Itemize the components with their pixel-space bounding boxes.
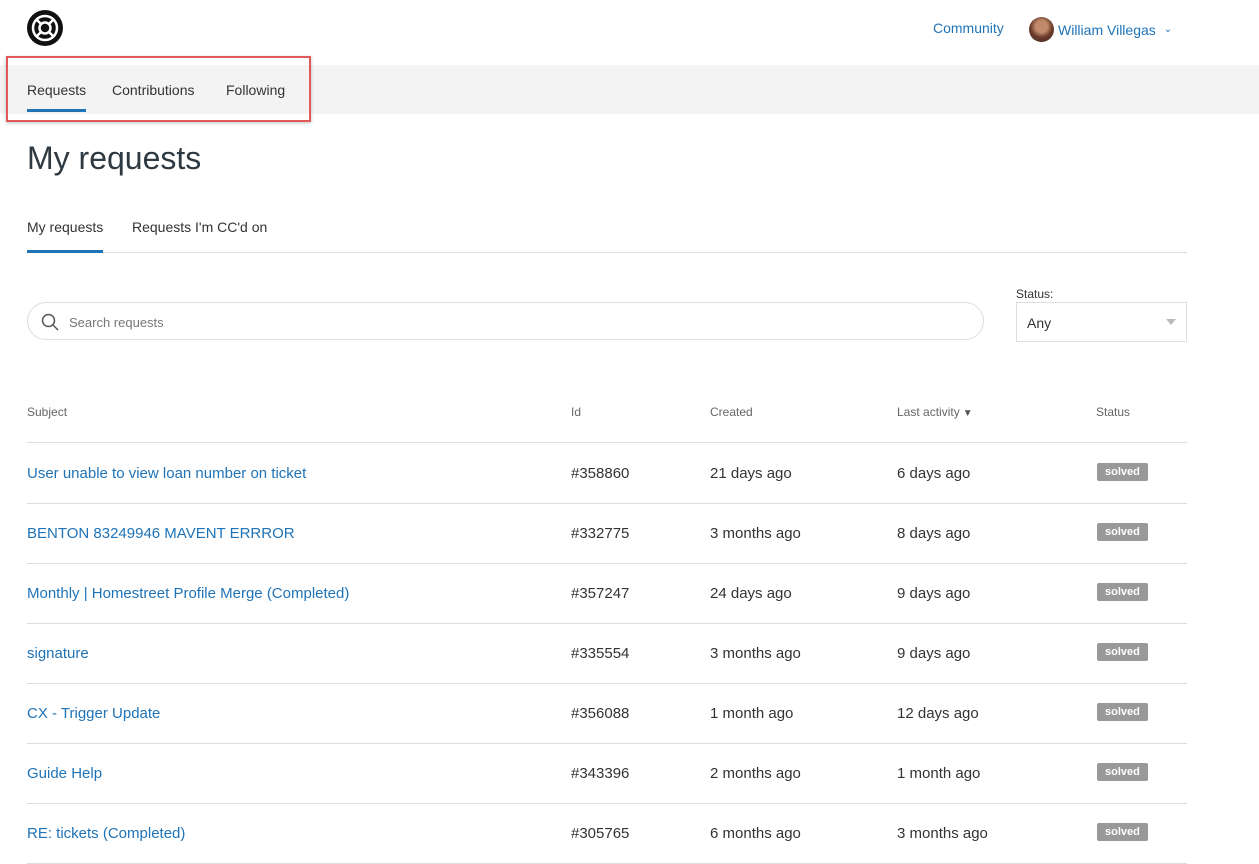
status-badge: solved [1097,523,1148,541]
request-created: 3 months ago [710,645,801,662]
request-last-activity: 9 days ago [897,585,971,602]
status-badge: solved [1097,643,1148,661]
table-row: signature #335554 3 months ago 9 days ag… [27,623,1187,684]
table-row: CX - Trigger Update #356088 1 month ago … [27,683,1187,744]
request-id: #358860 [571,465,630,482]
page-title: My requests [27,140,202,176]
request-last-activity: 9 days ago [897,645,971,662]
request-subject-link[interactable]: CX - Trigger Update [27,705,160,722]
top-header: Community William Villegas ⌄ [0,0,1259,65]
column-header-id: Id [571,405,582,419]
request-subject-link[interactable]: signature [27,645,89,662]
request-created: 21 days ago [710,465,792,482]
request-last-activity: 3 months ago [897,825,988,842]
status-badge: solved [1097,703,1148,721]
user-menu[interactable]: William Villegas ⌄ [1029,17,1172,42]
table-header: Subject Id Created Last activity ▼ Status [27,382,1187,443]
status-badge: solved [1097,463,1148,481]
request-created: 2 months ago [710,765,801,782]
status-badge: solved [1097,763,1148,781]
request-id: #356088 [571,705,630,722]
request-tabs: My requests Requests I'm CC'd on [27,219,1187,253]
request-id: #332775 [571,525,630,542]
request-last-activity: 6 days ago [897,465,971,482]
request-created: 3 months ago [710,525,801,542]
table-row: User unable to view loan number on ticke… [27,443,1187,504]
community-link[interactable]: Community [933,20,1004,36]
request-id: #305765 [571,825,630,842]
tab-requests-cc[interactable]: Requests I'm CC'd on [132,219,267,252]
sub-navigation: Requests Contributions Following [0,65,1259,114]
request-created: 24 days ago [710,585,792,602]
status-select[interactable]: Any [1016,302,1187,342]
column-header-status: Status [1096,405,1131,419]
subnav-item-contributions[interactable]: Contributions [112,82,195,98]
status-selected-value: Any [1027,315,1052,331]
user-name: William Villegas [1058,21,1156,38]
request-id: #335554 [571,645,630,662]
request-subject-link[interactable]: BENTON 83249946 MAVENT ERRROR [27,525,295,542]
sort-desc-icon: ▼ [962,408,973,419]
logo-icon[interactable] [26,9,64,47]
request-id: #343396 [571,765,630,782]
search-box [27,302,984,340]
status-badge: solved [1097,823,1148,841]
subnav-item-following[interactable]: Following [226,82,285,98]
request-last-activity: 12 days ago [897,705,979,722]
request-created: 1 month ago [710,705,794,722]
column-header-last-activity[interactable]: Last activity ▼ [897,405,973,419]
table-row: RE: tickets (Completed) #305765 6 months… [27,803,1187,864]
status-filter-label: Status: [1016,287,1054,301]
request-subject-link[interactable]: User unable to view loan number on ticke… [27,465,306,482]
table-row: Guide Help #343396 2 months ago 1 month … [27,743,1187,804]
column-header-last-activity-label: Last activity [897,405,960,419]
status-badge: solved [1097,583,1148,601]
search-input[interactable] [67,309,951,335]
request-subject-link[interactable]: Monthly | Homestreet Profile Merge (Comp… [27,585,349,602]
request-created: 6 months ago [710,825,801,842]
search-icon [41,313,59,331]
avatar [1029,17,1054,42]
column-header-subject: Subject [27,405,68,419]
tab-my-requests[interactable]: My requests [27,219,104,253]
table-row: BENTON 83249946 MAVENT ERRROR #332775 3 … [27,503,1187,564]
table-row: Monthly | Homestreet Profile Merge (Comp… [27,563,1187,624]
request-last-activity: 1 month ago [897,765,981,782]
request-id: #357247 [571,585,630,602]
subnav-item-requests[interactable]: Requests [27,82,87,112]
chevron-down-icon: ⌄ [1163,24,1173,35]
request-subject-link[interactable]: RE: tickets (Completed) [27,825,185,842]
column-header-created: Created [710,405,753,419]
caret-down-icon [1166,319,1176,325]
request-last-activity: 8 days ago [897,525,971,542]
request-subject-link[interactable]: Guide Help [27,765,102,782]
